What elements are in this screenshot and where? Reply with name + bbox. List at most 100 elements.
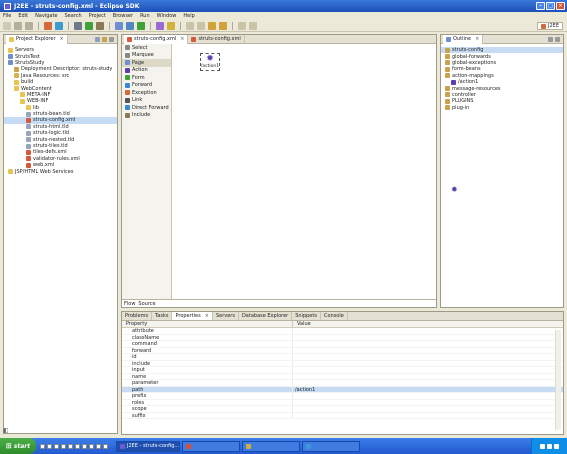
new-java-project-icon[interactable]	[115, 21, 123, 30]
minimize-view-icon[interactable]	[548, 36, 553, 42]
tab-database-explorer[interactable]: Database Explorer	[239, 312, 293, 320]
menu-item-browser[interactable]: Browser	[113, 13, 133, 19]
close-button[interactable]: ×	[556, 2, 565, 10]
tab-snippets[interactable]: Snippets	[292, 312, 321, 320]
menu-item-project[interactable]: Project	[89, 13, 106, 19]
new-icon[interactable]	[3, 21, 11, 30]
property-column-header[interactable]: Property	[122, 321, 292, 327]
property-value[interactable]	[292, 399, 563, 405]
menu-item-edit[interactable]: Edit	[18, 13, 28, 19]
quick-launch-icon[interactable]	[96, 443, 101, 449]
palette-item-link[interactable]: Link	[122, 97, 171, 105]
property-value[interactable]	[292, 393, 563, 399]
debug-icon[interactable]	[74, 21, 82, 30]
property-value[interactable]: /action1	[292, 386, 563, 393]
properties-scrollbar[interactable]	[555, 330, 561, 430]
tab-project-explorer[interactable]: Project Explorer ×	[6, 34, 68, 44]
fast-view-icon[interactable]: ◧	[3, 427, 11, 435]
palette-item-include[interactable]: Include	[122, 112, 171, 120]
property-value[interactable]	[292, 328, 563, 334]
tab-console[interactable]: Console	[321, 312, 348, 320]
search-icon[interactable]	[167, 21, 175, 30]
quick-launch-icon[interactable]	[75, 443, 80, 449]
link-with-editor-icon[interactable]	[102, 36, 107, 42]
quick-launch-icon[interactable]	[54, 443, 59, 449]
tab-editor-file[interactable]: struts-config.xml	[188, 34, 245, 44]
external-tools-icon[interactable]	[96, 21, 104, 30]
palette-item-page[interactable]: Page	[122, 59, 171, 67]
palette-item-exception[interactable]: Exception	[122, 89, 171, 97]
tab-outline[interactable]: Outline ×	[443, 34, 484, 44]
palette-item-select[interactable]: Select	[122, 44, 171, 52]
menu-item-run[interactable]: Run	[140, 13, 150, 19]
property-value[interactable]	[292, 406, 563, 412]
value-column-header[interactable]: Value	[292, 321, 563, 327]
quick-launch-icon[interactable]	[89, 443, 94, 449]
zoom-out-icon[interactable]	[249, 21, 257, 30]
property-value[interactable]	[292, 354, 563, 360]
property-value[interactable]	[292, 360, 563, 366]
maximize-view-icon[interactable]	[555, 36, 560, 42]
palette-item-direct-forward[interactable]: Direct Forward	[122, 104, 171, 112]
taskbar-button[interactable]	[302, 440, 360, 452]
taskbar-button[interactable]	[242, 440, 300, 452]
new-class-icon[interactable]	[137, 21, 145, 30]
palette-item-action[interactable]: Action	[122, 67, 171, 75]
tray-icon[interactable]	[540, 443, 545, 449]
property-value[interactable]	[292, 367, 563, 373]
tray-icon[interactable]	[554, 443, 559, 449]
menu-item-help[interactable]: Help	[183, 13, 194, 19]
forward-icon[interactable]	[219, 21, 227, 30]
back-icon[interactable]	[208, 21, 216, 30]
tab-editor-flow[interactable]: Flow	[124, 301, 135, 307]
property-row[interactable]: suffix	[122, 412, 563, 419]
property-value[interactable]	[292, 341, 563, 347]
menu-item-search[interactable]: Search	[65, 13, 82, 19]
quick-launch-icon[interactable]	[68, 443, 73, 449]
close-icon[interactable]: ×	[60, 36, 64, 42]
tab-editor-source[interactable]: Source	[138, 301, 155, 307]
run-icon[interactable]	[85, 21, 93, 30]
web-service-icon[interactable]	[55, 21, 63, 30]
property-value[interactable]	[292, 334, 563, 340]
open-type-icon[interactable]	[156, 21, 164, 30]
property-value[interactable]	[292, 412, 563, 418]
property-value[interactable]	[292, 347, 563, 353]
quick-launch-icon[interactable]	[82, 443, 87, 449]
taskbar-button[interactable]: J2EE - struts-config...	[116, 440, 180, 452]
print-icon[interactable]	[25, 21, 33, 30]
palette-item-forward[interactable]: Forward	[122, 82, 171, 90]
outline-item[interactable]: plug-in	[441, 105, 563, 111]
quick-launch-icon[interactable]	[103, 443, 108, 449]
tab-servers[interactable]: Servers	[213, 312, 239, 320]
close-icon[interactable]: ×	[475, 36, 479, 42]
start-button[interactable]: ⊞ start	[0, 438, 36, 454]
minimize-button[interactable]: –	[536, 2, 545, 10]
server-icon[interactable]	[44, 21, 52, 30]
menu-item-window[interactable]: Window	[157, 13, 177, 19]
perspective-switcher[interactable]: J2EE	[537, 22, 563, 30]
quick-launch-icon[interactable]	[47, 443, 52, 449]
quick-launch-icon[interactable]	[61, 443, 66, 449]
property-value[interactable]	[292, 380, 563, 386]
new-package-icon[interactable]	[126, 21, 134, 30]
tab-problems[interactable]: Problems	[122, 312, 153, 320]
menu-item-navigate[interactable]: Navigate	[35, 13, 57, 19]
close-icon[interactable]: ×	[180, 36, 184, 42]
tree-item[interactable]: JSP/HTML Web Services	[4, 168, 117, 175]
close-icon[interactable]: ×	[205, 313, 209, 319]
previous-annotation-icon[interactable]	[186, 21, 194, 30]
tab-editor-file[interactable]: struts-config.xml ×	[124, 34, 189, 44]
menu-item-file[interactable]: File	[3, 13, 11, 19]
save-icon[interactable]	[14, 21, 22, 30]
taskbar-button[interactable]	[182, 440, 240, 452]
tab-properties[interactable]: Properties ×	[172, 312, 213, 320]
collapse-all-icon[interactable]	[95, 36, 100, 42]
diagram-canvas[interactable]: ✹ /action1	[172, 44, 436, 299]
palette-item-form[interactable]: Form	[122, 74, 171, 82]
tree-item[interactable]: Deployment Descriptor: struts-study	[4, 66, 117, 72]
maximize-button[interactable]: □	[546, 2, 555, 10]
action-node[interactable]: ✹ /action1	[200, 53, 220, 71]
palette-item-marquee[interactable]: Marquee	[122, 52, 171, 60]
next-annotation-icon[interactable]	[197, 21, 205, 30]
